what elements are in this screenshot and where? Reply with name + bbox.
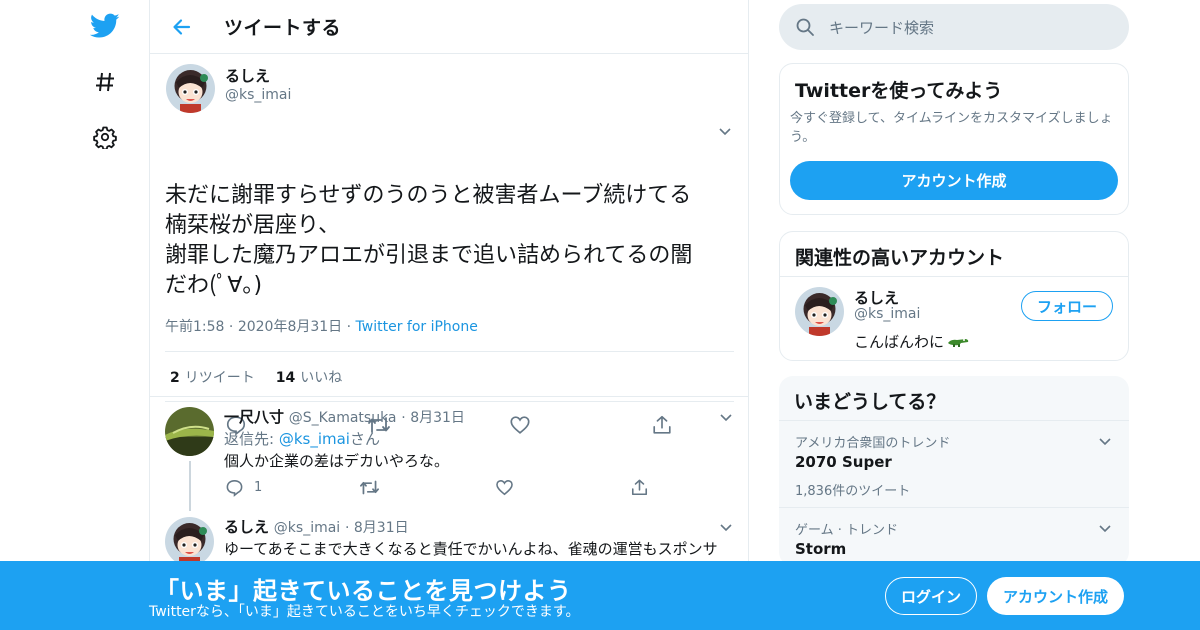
banner-subtitle: Twitterなら、「いま」起きていることをいち早くチェックできます。 (149, 604, 580, 620)
like-label: いいね (300, 369, 343, 386)
heart-icon[interactable] (495, 478, 515, 498)
meta-separator: · (228, 319, 238, 335)
reply-to: 返信先: @ks_imaiさん (224, 428, 380, 449)
signup-card: Twitterを使ってみよう 今すぐ登録して、タイムラインをカスタマイズしましょ… (779, 63, 1129, 215)
reply-author-name[interactable]: るしえ (224, 518, 269, 536)
reply-date[interactable]: 8月31日 (354, 520, 409, 536)
meta-separator: · (346, 319, 356, 335)
related-account-bio: こんばんわに (854, 331, 969, 352)
main-column: ツイートする るしえ @ks_imai 未だに謝罪すらせずのうのうと被害者ムーブ… (149, 0, 749, 630)
trend-context: ゲーム · トレンド (795, 523, 899, 538)
tweet-text-line: 楠栞桜が居座り、 (165, 213, 341, 238)
tweet-author[interactable]: るしえ @ks_imai (166, 64, 291, 113)
search-input[interactable]: キーワード検索 (779, 4, 1129, 50)
chevron-down-icon[interactable] (1097, 520, 1113, 536)
like-count: 14 (275, 369, 296, 386)
gear-icon[interactable] (90, 122, 120, 152)
reply-author-handle[interactable]: @S_Kamatsuka (289, 410, 397, 426)
author-name[interactable]: るしえ (225, 67, 291, 86)
reply-icon[interactable] (225, 478, 245, 498)
avatar[interactable] (165, 407, 214, 456)
tweet-text-line: 未だに謝罪すらせずのうのうと被害者ムーブ続けてる (165, 183, 692, 208)
signup-banner: 「いま」起きていることを見つけよう Twitterなら、「いま」起きていることを… (0, 561, 1200, 630)
reply-header: るしえ @ks_imai · 8月31日 (224, 516, 409, 537)
thread-line (189, 461, 191, 511)
signup-card-desc-line: う。 (790, 130, 816, 145)
page-title: ツイートする (224, 17, 342, 39)
crocodile-icon (947, 335, 969, 349)
avatar[interactable] (795, 287, 844, 336)
related-account-name[interactable]: るしえ (854, 287, 899, 308)
reply-to-prefix: 返信先: (224, 430, 279, 448)
search-placeholder: キーワード検索 (829, 18, 935, 37)
tweet-source-link[interactable]: Twitter for iPhone (356, 319, 478, 335)
hashtag-icon[interactable] (90, 67, 120, 97)
trend-name: 2070 Super (795, 453, 892, 471)
reply-count: 1 (254, 480, 263, 495)
trends-card: いまどうしてる？ アメリカ合衆国のトレンド 2070 Super 1,836件の… (779, 376, 1129, 566)
chevron-down-icon[interactable] (717, 123, 733, 139)
reply-author-handle[interactable]: @ks_imai (274, 520, 340, 536)
tweet-text: 未だに謝罪すらせずのうのうと被害者ムーブ続けてる 楠栞桜が居座り、 謝罪した魔乃… (165, 181, 740, 301)
related-account-handle[interactable]: @ks_imai (854, 306, 920, 322)
chevron-down-icon[interactable] (1097, 433, 1113, 449)
reply-text: 個人か企業の差はデカいやろな。 (224, 452, 450, 470)
retweet-count: 2 (170, 369, 180, 386)
retweet-label: リツイート (184, 369, 255, 386)
share-icon[interactable] (630, 478, 650, 498)
like-stat[interactable]: 14 いいね (276, 367, 342, 387)
trend-name: Storm (795, 540, 847, 558)
follow-button[interactable]: フォロー (1021, 291, 1113, 321)
related-account-bio-text: こんばんわに (854, 333, 945, 351)
reply-text: ゆーてあそこまで大きくなると責任でかいんよね、雀魂の運営もスポンサ (224, 540, 718, 558)
chevron-down-icon[interactable] (718, 409, 734, 425)
tweet-meta: 午前1:58 · 2020年8月31日 · Twitter for iPhone (165, 316, 478, 336)
reply-tweet[interactable]: るしえ @ks_imai · 8月31日 ゆーてあそこまで大きくなると責任でかい… (150, 507, 748, 567)
login-button[interactable]: ログイン (885, 577, 977, 615)
author-handle[interactable]: @ks_imai (225, 86, 291, 104)
trends-card-title: いまどうしてる？ (794, 391, 946, 413)
tweet-stats: 2 リツイート 14 いいね (165, 351, 734, 402)
tweet-text-line: 謝罪した魔乃アロエが引退まで追い詰められてるの闇 (165, 243, 693, 268)
reply-author-name[interactable]: 一尺八寸 (224, 408, 284, 426)
avatar[interactable] (166, 64, 215, 113)
reply-to-handle[interactable]: @ks_imai (279, 430, 350, 448)
tweet-date[interactable]: 2020年8月31日 (238, 319, 342, 335)
reply-to-suffix: さん (349, 430, 380, 448)
create-account-button[interactable]: アカウント作成 (987, 577, 1124, 615)
reply-tweet[interactable]: 一尺八寸 @S_Kamatsuka · 8月31日 返信先: @ks_imaiさ… (150, 397, 748, 517)
tweet-time[interactable]: 午前1:58 (165, 319, 224, 335)
retweet-stat[interactable]: 2 リツイート (170, 367, 255, 387)
retweet-icon[interactable] (359, 478, 379, 498)
trend-item[interactable]: アメリカ合衆国のトレンド 2070 Super 1,836件のツイート (779, 421, 1129, 507)
back-arrow-icon[interactable] (167, 12, 197, 42)
meta-separator: · (344, 520, 354, 536)
create-account-button[interactable]: アカウント作成 (790, 161, 1118, 200)
reply-date[interactable]: 8月31日 (410, 410, 465, 426)
trend-tweet-count: 1,836件のツイート (795, 484, 911, 499)
page-header: ツイートする (150, 0, 748, 54)
twitter-bird-icon[interactable] (90, 11, 120, 41)
search-icon (795, 17, 815, 37)
avatar[interactable] (165, 517, 214, 566)
related-accounts-card: 関連性の高いアカウント るしえ @ks_imai こんばんわに フォロー (779, 231, 1129, 361)
divider (780, 276, 1128, 277)
tweet-text-line: だわ(ﾟ∀｡) (165, 273, 263, 298)
trend-item[interactable]: ゲーム · トレンド Storm (779, 508, 1129, 566)
signup-card-desc-line: 今すぐ登録して、タイムラインをカスタマイズしましょ (790, 111, 1113, 126)
meta-separator: · (401, 410, 411, 426)
trend-context: アメリカ合衆国のトレンド (795, 436, 951, 451)
reply-header: 一尺八寸 @S_Kamatsuka · 8月31日 (224, 406, 465, 427)
signup-card-desc: 今すぐ登録して、タイムラインをカスタマイズしましょ う。 (790, 109, 1113, 147)
chevron-down-icon[interactable] (718, 519, 734, 535)
related-card-title: 関連性の高いアカウント (795, 247, 1005, 269)
signup-card-title: Twitterを使ってみよう (795, 80, 1003, 102)
